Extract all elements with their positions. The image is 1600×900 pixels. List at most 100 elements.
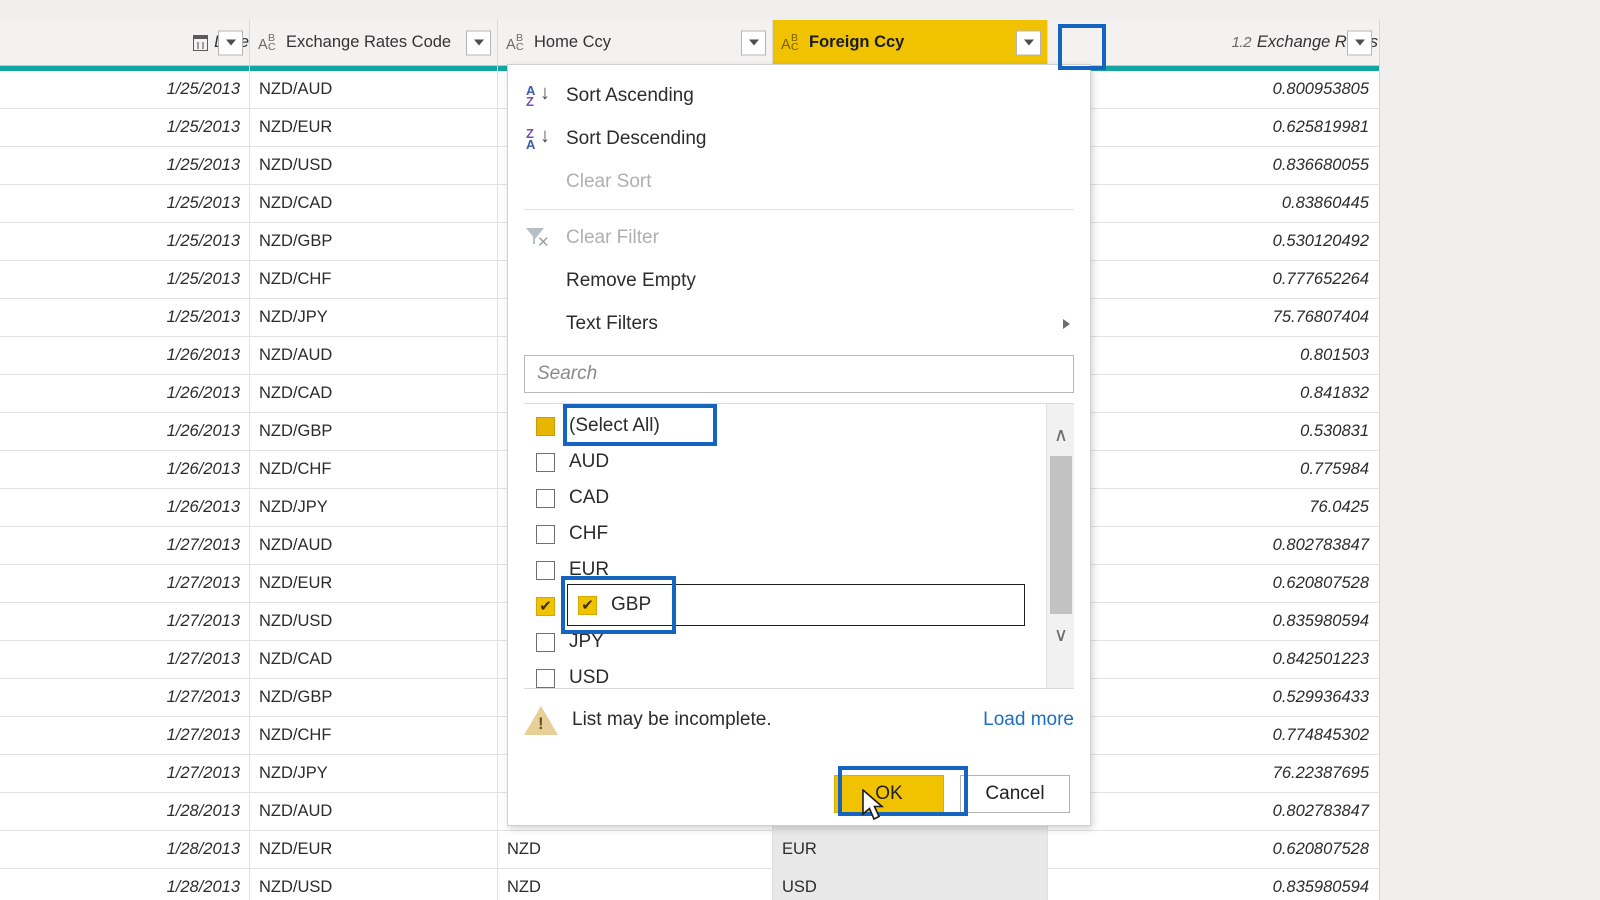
filter-list-item[interactable]: CAD <box>524 480 1046 516</box>
column-header-label: Exchange Rates Code <box>286 33 452 51</box>
menu-item-label: Clear Sort <box>566 170 652 192</box>
cell-date: 1/25/2013 <box>0 222 250 261</box>
checkbox-jpy[interactable] <box>536 632 555 652</box>
cell-date: 1/28/2013 <box>0 868 250 900</box>
cell-code: NZD/GBP <box>250 678 498 717</box>
cell-rate: 0.625819981 <box>1272 118 1369 136</box>
cell-home: NZD <box>498 830 773 869</box>
filter-list-item[interactable]: EUR <box>524 552 1046 588</box>
cell-code: NZD/CAD <box>250 640 498 679</box>
cell-rate: 0.836680055 <box>1272 156 1369 174</box>
menu-item-text-filters[interactable]: Text Filters <box>508 302 1090 345</box>
load-more-link[interactable]: Load more <box>983 709 1074 731</box>
menu-divider <box>524 209 1074 210</box>
cell-rate: 0.529936433 <box>1272 688 1369 706</box>
filter-dropdown-button-home-ccy[interactable] <box>741 30 766 55</box>
list-incomplete-notice: List may be incomplete. Load more <box>508 695 1090 745</box>
menu-item-clear-sort: Clear Sort <box>508 160 1090 203</box>
filter-list-item[interactable]: (Select All) <box>524 408 1046 444</box>
menu-item-label: Text Filters <box>566 312 658 334</box>
cancel-button[interactable]: Cancel <box>960 775 1070 813</box>
chevron-down-icon <box>1023 39 1034 46</box>
gbp-focus-rect[interactable]: ✔ GBP <box>567 584 1025 626</box>
cell-rate: 0.835980594 <box>1272 612 1369 630</box>
mouse-cursor <box>862 789 885 821</box>
scrollbar-thumb[interactable] <box>1050 456 1072 614</box>
cell-rate: 76.0425 <box>1309 498 1369 516</box>
scroll-up-icon[interactable]: ∧ <box>1047 420 1074 450</box>
filter-list-item-label: AUD <box>569 451 610 472</box>
filter-list-item[interactable]: JPY <box>524 624 1046 660</box>
cell-date: 1/25/2013 <box>0 260 250 299</box>
checkbox-eur[interactable] <box>536 560 555 580</box>
filter-list-scrollbar[interactable]: ∧ ∨ <box>1046 404 1074 688</box>
cell-foreign: USD <box>773 868 1048 900</box>
column-header-home-ccy[interactable]: ABC Home Ccy <box>498 20 773 65</box>
menu-item-sort-descending[interactable]: Z A ↓ Sort Descending <box>508 117 1090 160</box>
checkbox-usd[interactable] <box>536 668 555 688</box>
menu-item-label: Clear Filter <box>566 226 659 248</box>
filter-list-item[interactable]: CHF <box>524 516 1046 552</box>
cell-date: 1/26/2013 <box>0 412 250 451</box>
chevron-down-icon <box>1354 39 1365 46</box>
cell-rate: 0.775984 <box>1300 460 1369 478</box>
cell-rate: 0.841832 <box>1300 384 1369 402</box>
filter-dropdown-button-exchange-rates-code[interactable] <box>466 30 491 55</box>
column-header-foreign-ccy[interactable]: ABC Foreign Ccy <box>773 20 1048 65</box>
filter-search-container: Search <box>508 345 1090 393</box>
chevron-right-icon <box>1063 318 1070 329</box>
filter-list-item[interactable]: USD <box>524 660 1046 688</box>
cell-rate: 0.620807528 <box>1272 840 1369 858</box>
filter-dropdown-button-exchange-rates[interactable] <box>1347 30 1372 55</box>
cell-code: NZD/AUD <box>250 336 498 375</box>
menu-item-clear-filter: ✕ Clear Filter <box>508 216 1090 259</box>
warning-icon <box>524 705 558 735</box>
sort-ascending-icon: A Z ↓ <box>526 81 550 109</box>
cell-rate: 0.777652264 <box>1272 270 1369 288</box>
cell-date: 1/25/2013 <box>0 70 250 109</box>
cell-code: NZD/USD <box>250 146 498 185</box>
cell-code: NZD/AUD <box>250 526 498 565</box>
ok-button[interactable]: OK <box>834 775 944 813</box>
column-header-exchange-rates[interactable]: 1.2 Exchange Rates <box>1048 20 1378 65</box>
cell-rate: 0.801503 <box>1300 346 1369 364</box>
menu-item-label: Sort Descending <box>566 127 707 149</box>
cell-code: NZD/USD <box>250 602 498 641</box>
gbp-checkbox[interactable]: ✔ <box>578 595 597 615</box>
menu-item-sort-ascending[interactable]: A Z ↓ Sort Ascending <box>508 74 1090 117</box>
column-header-date[interactable]: Date <box>0 20 250 65</box>
filter-dropdown-button-foreign-ccy[interactable] <box>1016 30 1041 55</box>
cell-code: NZD/AUD <box>250 70 498 109</box>
cell-code: NZD/JPY <box>250 298 498 337</box>
filter-list-item-label: CHF <box>569 523 609 544</box>
column-header-exchange-rates-code[interactable]: ABC Exchange Rates Code <box>250 20 498 65</box>
filter-value-list: (Select All) AUD CAD CHF EUR ✔ GBP JPY USD ∧ ∨ <box>524 403 1074 689</box>
search-input[interactable]: Search <box>524 355 1074 393</box>
chevron-down-icon <box>473 39 484 46</box>
cell-rate: 0.530831 <box>1300 422 1369 440</box>
filter-dropdown-button-date[interactable] <box>218 30 243 55</box>
checkbox-selectall[interactable] <box>536 416 555 436</box>
table-row[interactable]: 1/28/2013 NZD/USD NZD USD 0.835980594 <box>0 868 1379 900</box>
menu-item-label: Sort Ascending <box>566 84 694 106</box>
filter-list-item[interactable]: AUD <box>524 444 1046 480</box>
scroll-down-icon[interactable]: ∨ <box>1047 620 1074 650</box>
cell-date: 1/27/2013 <box>0 526 250 565</box>
checkbox-chf[interactable] <box>536 524 555 544</box>
cell-code: NZD/EUR <box>250 108 498 147</box>
cell-code: NZD/AUD <box>250 792 498 831</box>
cell-date: 1/27/2013 <box>0 754 250 793</box>
table-row[interactable]: 1/28/2013 NZD/EUR NZD EUR 0.620807528 <box>0 830 1379 869</box>
checkbox-cad[interactable] <box>536 488 555 508</box>
filter-list-item-label: (Select All) <box>569 415 660 436</box>
checkbox-aud[interactable] <box>536 452 555 472</box>
cell-rate: 0.774845302 <box>1272 726 1369 744</box>
cell-rate: 0.83860445 <box>1281 194 1369 212</box>
cell-home: NZD <box>498 868 773 900</box>
column-header-row: Date ABC Exchange Rates Code ABC Home Cc… <box>0 20 1379 66</box>
checkbox-gbp[interactable]: ✔ <box>536 596 555 616</box>
menu-item-remove-empty[interactable]: Remove Empty <box>508 259 1090 302</box>
sort-descending-icon: Z A ↓ <box>526 124 550 152</box>
chevron-down-icon <box>225 39 236 46</box>
filter-list-item-label: EUR <box>569 559 610 580</box>
